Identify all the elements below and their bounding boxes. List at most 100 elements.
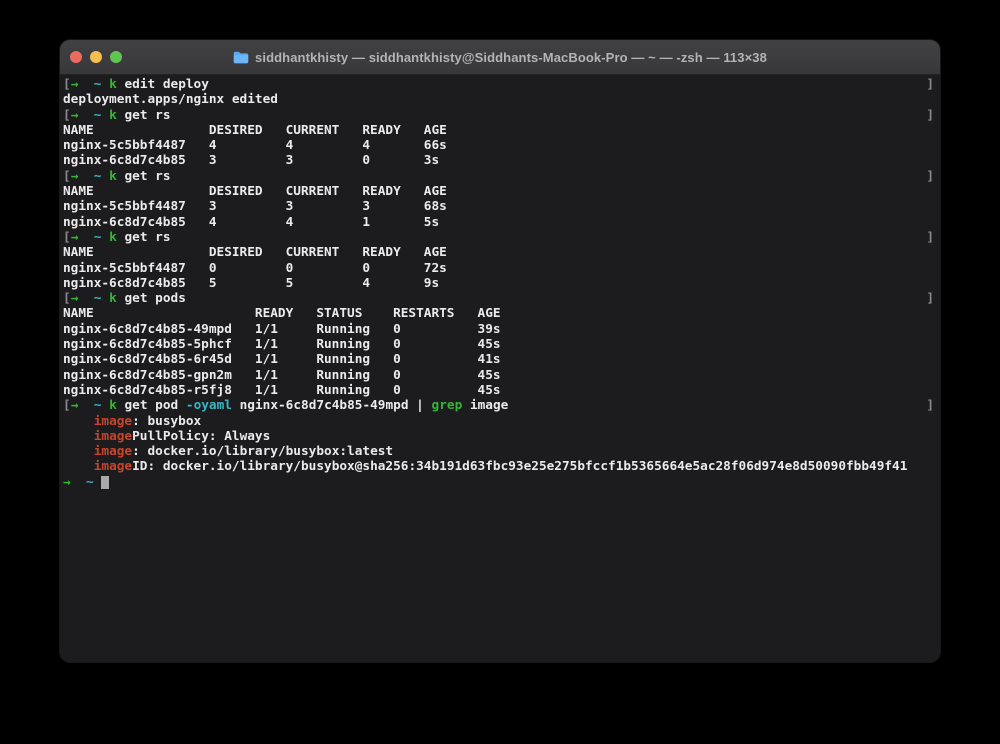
terminal-text-segment: edit deploy xyxy=(117,77,209,92)
terminal-text-segment: NAME DESIRED CURRENT READY AGE xyxy=(63,245,447,260)
terminal-text-segment xyxy=(101,230,109,245)
terminal-text-segment: → xyxy=(71,77,79,92)
terminal-line: nginx-6c8d7c4b85-5phcf 1/1 Running 0 45s xyxy=(63,337,934,352)
terminal-text-segment: get pods xyxy=(117,291,186,306)
terminal-text-segment: nginx-6c8d7c4b85 4 4 1 5s xyxy=(63,215,439,230)
terminal-text-segment: nginx-5c5bbf4487 3 3 3 68s xyxy=(63,199,447,214)
terminal-text-segment: → xyxy=(71,169,79,184)
terminal-text-segment: [ xyxy=(63,169,71,184)
zoom-button[interactable] xyxy=(110,51,122,63)
terminal-text-segment: : busybox xyxy=(132,414,201,429)
terminal-text-segment: image xyxy=(94,459,132,474)
terminal-line: → ~ xyxy=(63,475,934,490)
terminal-text-segment: [ xyxy=(63,108,71,123)
terminal-line: nginx-6c8d7c4b85 5 5 4 9s xyxy=(63,276,934,291)
terminal-text-segment xyxy=(63,429,94,444)
terminal-text-segment: k xyxy=(109,169,117,184)
terminal-text-segment: image xyxy=(94,414,132,429)
terminal-line: imageID: docker.io/library/busybox@sha25… xyxy=(63,459,934,474)
terminal-text-segment: NAME READY STATUS RESTARTS AGE xyxy=(63,306,501,321)
window-title: siddhantkhisty — siddhantkhisty@Siddhant… xyxy=(255,50,767,65)
terminal-text-segment: nginx-6c8d7c4b85 5 5 4 9s xyxy=(63,276,439,291)
terminal-text-segment: → xyxy=(63,475,71,490)
terminal-text-segment: nginx-6c8d7c4b85-5phcf 1/1 Running 0 45s xyxy=(63,337,501,352)
terminal-text-segment: grep xyxy=(432,398,463,413)
prompt-right-bracket: ] xyxy=(926,77,934,92)
terminal-line: NAME DESIRED CURRENT READY AGE xyxy=(63,123,934,138)
close-button[interactable] xyxy=(70,51,82,63)
terminal-text-segment xyxy=(94,475,102,490)
terminal-line: imagePullPolicy: Always xyxy=(63,429,934,444)
terminal-text-segment xyxy=(101,108,109,123)
terminal-text-segment: [ xyxy=(63,230,71,245)
terminal-text-segment: nginx-5c5bbf4487 0 0 0 72s xyxy=(63,261,447,276)
prompt-right-bracket: ] xyxy=(926,230,934,245)
terminal-text-segment xyxy=(78,169,93,184)
prompt-right-bracket: ] xyxy=(926,291,934,306)
terminal-line: image: docker.io/library/busybox:latest xyxy=(63,444,934,459)
terminal-text-segment xyxy=(78,398,93,413)
traffic-lights xyxy=(70,40,122,74)
terminal-text-segment xyxy=(101,398,109,413)
prompt-right-bracket: ] xyxy=(926,108,934,123)
terminal-text-segment: ~ xyxy=(94,291,102,306)
terminal-text-segment xyxy=(101,169,109,184)
terminal-text-segment: k xyxy=(109,291,117,306)
terminal-line: nginx-5c5bbf4487 0 0 0 72s xyxy=(63,261,934,276)
minimize-button[interactable] xyxy=(90,51,102,63)
terminal-text-segment xyxy=(63,459,94,474)
terminal-line: nginx-6c8d7c4b85-gpn2m 1/1 Running 0 45s xyxy=(63,368,934,383)
terminal-text-segment xyxy=(101,77,109,92)
terminal-text-segment: -oyaml xyxy=(186,398,232,413)
terminal-text-segment: nginx-6c8d7c4b85-6r45d 1/1 Running 0 41s xyxy=(63,352,501,367)
terminal-text-segment: get rs xyxy=(117,169,171,184)
terminal-text-segment: k xyxy=(109,108,117,123)
terminal-line: NAME DESIRED CURRENT READY AGE xyxy=(63,184,934,199)
terminal-text-segment: NAME DESIRED CURRENT READY AGE xyxy=(63,184,447,199)
terminal-text-segment: → xyxy=(71,398,79,413)
terminal-line: NAME DESIRED CURRENT READY AGE xyxy=(63,245,934,260)
terminal-text-segment: [ xyxy=(63,291,71,306)
terminal-line: nginx-6c8d7c4b85 4 4 1 5s xyxy=(63,215,934,230)
title-bar[interactable]: siddhantkhisty — siddhantkhisty@Siddhant… xyxy=(60,40,940,75)
terminal-text-segment: k xyxy=(109,398,117,413)
title-group: siddhantkhisty — siddhantkhisty@Siddhant… xyxy=(233,50,767,65)
terminal-line: deployment.apps/nginx edited xyxy=(63,92,934,107)
terminal-text-segment: deployment.apps/nginx edited xyxy=(63,92,278,107)
terminal-text-segment: → xyxy=(71,108,79,123)
terminal-text-segment: ~ xyxy=(86,475,94,490)
terminal-text-segment xyxy=(78,77,93,92)
terminal-text-segment xyxy=(71,475,86,490)
terminal-text-segment: nginx-6c8d7c4b85-r5fj8 1/1 Running 0 45s xyxy=(63,383,501,398)
terminal-text-segment: [ xyxy=(63,398,71,413)
terminal-text-segment: image xyxy=(462,398,508,413)
terminal-line: [→ ~ k get rs] xyxy=(63,169,934,184)
terminal-text-segment: : docker.io/library/busybox:latest xyxy=(132,444,393,459)
terminal-text-segment xyxy=(78,108,93,123)
terminal-cursor xyxy=(101,476,109,489)
terminal-text-segment: ~ xyxy=(94,230,102,245)
terminal-text-segment: get rs xyxy=(117,108,171,123)
terminal-text-segment xyxy=(63,444,94,459)
terminal-text-segment: nginx-5c5bbf4487 4 4 4 66s xyxy=(63,138,447,153)
terminal-text-segment: image xyxy=(94,444,132,459)
terminal-text-segment: nginx-6c8d7c4b85-gpn2m 1/1 Running 0 45s xyxy=(63,368,501,383)
terminal-screen[interactable]: [→ ~ k edit deploy]deployment.apps/nginx… xyxy=(60,75,940,662)
terminal-text-segment xyxy=(63,414,94,429)
terminal-text-segment xyxy=(78,230,93,245)
prompt-right-bracket: ] xyxy=(926,169,934,184)
terminal-text-segment: nginx-6c8d7c4b85-49mpd 1/1 Running 0 39s xyxy=(63,322,501,337)
terminal-text-segment: ID: docker.io/library/busybox@sha256:34b… xyxy=(132,459,907,474)
terminal-line: image: busybox xyxy=(63,414,934,429)
terminal-line: [→ ~ k get rs] xyxy=(63,230,934,245)
terminal-window: siddhantkhisty — siddhantkhisty@Siddhant… xyxy=(60,40,940,662)
terminal-line: nginx-5c5bbf4487 3 3 3 68s xyxy=(63,199,934,214)
terminal-text-segment: image xyxy=(94,429,132,444)
terminal-text-segment: nginx-6c8d7c4b85 3 3 0 3s xyxy=(63,153,439,168)
terminal-line: [→ ~ k get rs] xyxy=(63,108,934,123)
terminal-line: nginx-5c5bbf4487 4 4 4 66s xyxy=(63,138,934,153)
terminal-text-segment: ~ xyxy=(94,108,102,123)
terminal-text-segment: get rs xyxy=(117,230,171,245)
terminal-line: nginx-6c8d7c4b85-6r45d 1/1 Running 0 41s xyxy=(63,352,934,367)
terminal-text-segment: NAME DESIRED CURRENT READY AGE xyxy=(63,123,447,138)
